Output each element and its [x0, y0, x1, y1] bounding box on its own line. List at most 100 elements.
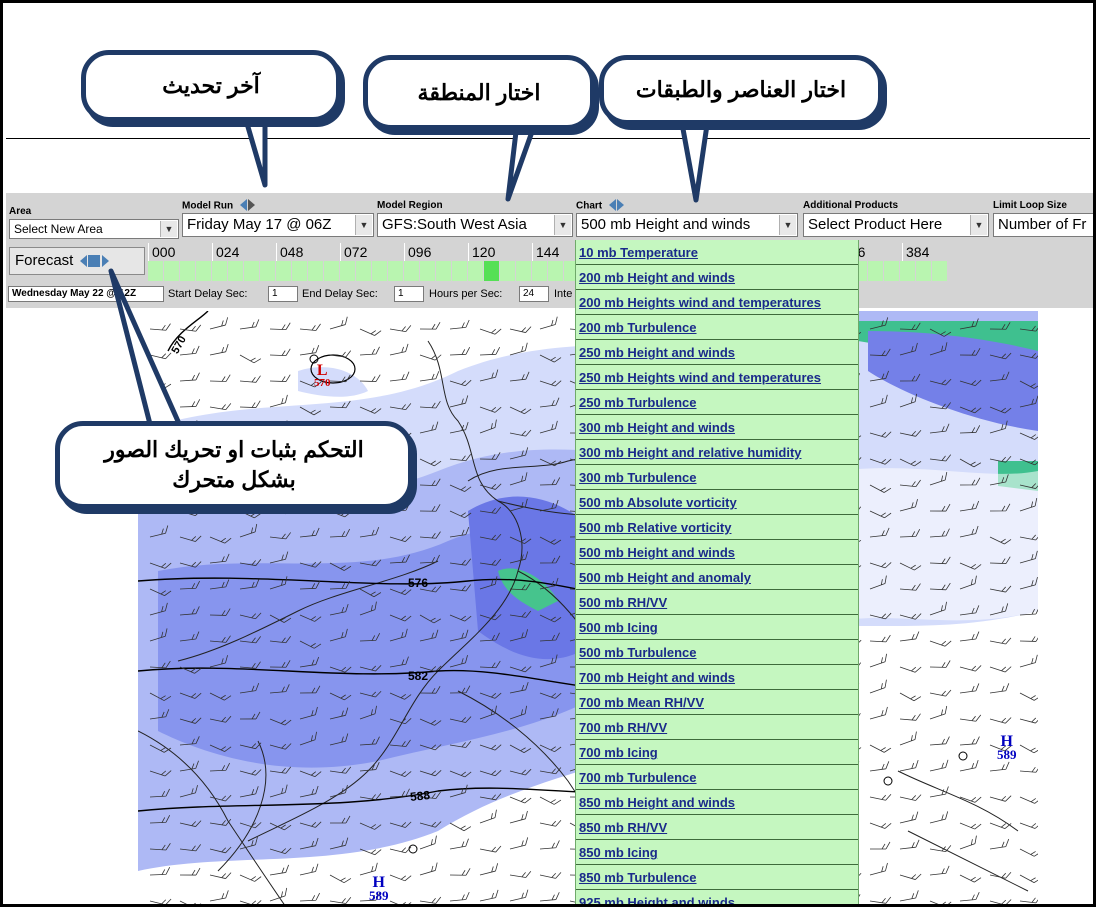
chart-option[interactable]: 500 mb Absolute vorticity [576, 490, 858, 515]
chart-option[interactable]: 700 mb Turbulence [576, 765, 858, 790]
chart-option[interactable]: 300 mb Height and winds [576, 415, 858, 440]
chevron-down-icon[interactable]: ▼ [779, 215, 796, 235]
hour-label[interactable]: 096 [404, 243, 431, 261]
hour-label[interactable]: 120 [468, 243, 495, 261]
hour-cell[interactable] [420, 261, 436, 281]
area-control: Area Select New Area ▼ [9, 205, 179, 239]
contour-label-582: 582 [408, 669, 429, 683]
hour-cell[interactable] [436, 261, 452, 281]
hour-label[interactable]: 384 [902, 243, 929, 261]
step-forward-icon[interactable] [101, 255, 109, 268]
chart-option[interactable]: 300 mb Height and relative humidity [576, 440, 858, 465]
hour-cell[interactable] [468, 261, 484, 281]
hour-cell[interactable] [148, 261, 164, 281]
chart-option[interactable]: 500 mb Relative vorticity [576, 515, 858, 540]
toolbar: Area Select New Area ▼ Model Run Friday … [6, 193, 1093, 308]
hours-per-sec-field: 24 [519, 285, 549, 303]
hour-cell[interactable] [228, 261, 244, 281]
model-region-value: GFS:South West Asia [382, 216, 527, 233]
limit-loop-select[interactable]: Number of Fr [993, 213, 1093, 237]
hour-label[interactable]: 048 [276, 243, 303, 261]
hour-cell[interactable] [292, 261, 308, 281]
arrow-left-icon[interactable] [239, 199, 247, 212]
chart-option[interactable]: 850 mb RH/VV [576, 815, 858, 840]
additional-products-select[interactable]: Select Product Here ▼ [803, 213, 989, 237]
end-delay-label: End Delay Sec: [302, 288, 378, 300]
chart-option[interactable]: 500 mb Turbulence [576, 640, 858, 665]
hour-cell[interactable] [276, 261, 292, 281]
valid-time: Wednesday May 22 @ 12Z [8, 286, 164, 302]
hour-label[interactable]: 072 [340, 243, 367, 261]
arrow-left-icon[interactable] [608, 199, 616, 212]
chart-option[interactable]: 850 mb Turbulence [576, 865, 858, 890]
chart-option[interactable]: 250 mb Turbulence [576, 390, 858, 415]
chevron-down-icon[interactable]: ▼ [355, 215, 372, 235]
chevron-down-icon[interactable]: ▼ [160, 221, 177, 237]
hour-cell[interactable] [388, 261, 404, 281]
chart-option[interactable]: 200 mb Heights wind and temperatures [576, 290, 858, 315]
hour-cell[interactable] [196, 261, 212, 281]
callout-animation-line2: بشكل متحرك [172, 467, 296, 492]
model-run-control: Model Run Friday May 17 @ 06Z ▼ [182, 199, 374, 237]
hour-cell[interactable] [932, 261, 948, 281]
chart-option[interactable]: 500 mb Icing [576, 615, 858, 640]
step-back-icon[interactable] [79, 255, 87, 268]
chart-option[interactable]: 10 mb Temperature [576, 240, 858, 265]
chart-option[interactable]: 925 mb Height and winds [576, 890, 858, 904]
callout-animation-line1: التحكم بثبات او تحريك الصور [104, 437, 364, 462]
chart-select[interactable]: 500 mb Height and winds ▼ [576, 213, 798, 237]
hours-per-sec-input[interactable]: 24 [519, 286, 549, 302]
chart-option[interactable]: 250 mb Heights wind and temperatures [576, 365, 858, 390]
model-run-select[interactable]: Friday May 17 @ 06Z ▼ [182, 213, 374, 237]
chart-option[interactable]: 500 mb Height and anomaly [576, 565, 858, 590]
chart-option[interactable]: 500 mb Height and winds [576, 540, 858, 565]
chart-option[interactable]: 700 mb Icing [576, 740, 858, 765]
chart-option[interactable]: 250 mb Height and winds [576, 340, 858, 365]
hour-cell[interactable] [404, 261, 420, 281]
hour-cell[interactable] [308, 261, 324, 281]
hour-cell[interactable] [372, 261, 388, 281]
hour-cell[interactable] [900, 261, 916, 281]
chart-arrows [608, 199, 624, 213]
hour-cell[interactable] [916, 261, 932, 281]
hour-cell[interactable] [500, 261, 516, 281]
chart-option[interactable]: 850 mb Icing [576, 840, 858, 865]
forecast-button[interactable]: Forecast [9, 247, 145, 275]
chart-option[interactable]: 850 mb Height and winds [576, 790, 858, 815]
start-delay-input[interactable]: 1 [268, 286, 298, 302]
chevron-down-icon[interactable]: ▼ [554, 215, 571, 235]
hour-cell[interactable] [244, 261, 260, 281]
chart-option[interactable]: 200 mb Turbulence [576, 315, 858, 340]
hour-label[interactable]: 000 [148, 243, 175, 261]
hour-cell[interactable] [452, 261, 468, 281]
hour-cell[interactable] [164, 261, 180, 281]
hour-cell[interactable] [260, 261, 276, 281]
hour-cell[interactable] [212, 261, 228, 281]
area-select[interactable]: Select New Area ▼ [9, 219, 179, 239]
chart-option[interactable]: 700 mb Height and winds [576, 665, 858, 690]
arrow-right-icon[interactable] [616, 199, 624, 212]
chart-option[interactable]: 700 mb Mean RH/VV [576, 690, 858, 715]
hour-label[interactable]: 144 [532, 243, 559, 261]
hour-cell[interactable] [324, 261, 340, 281]
model-region-select[interactable]: GFS:South West Asia ▼ [377, 213, 573, 237]
hour-cell[interactable] [356, 261, 372, 281]
stop-icon[interactable] [87, 255, 100, 268]
arrow-right-icon[interactable] [247, 199, 255, 212]
hour-cell[interactable] [548, 261, 564, 281]
chart-option[interactable]: 200 mb Height and winds [576, 265, 858, 290]
interval-label: Inte [554, 288, 573, 300]
chart-option[interactable]: 300 mb Turbulence [576, 465, 858, 490]
hour-cell[interactable] [532, 261, 548, 281]
hour-cell[interactable] [884, 261, 900, 281]
chart-option[interactable]: 700 mb RH/VV [576, 715, 858, 740]
hour-cell[interactable] [180, 261, 196, 281]
end-delay-input[interactable]: 1 [394, 286, 424, 302]
hour-cell[interactable] [340, 261, 356, 281]
chevron-down-icon[interactable]: ▼ [970, 215, 987, 235]
hour-label[interactable]: 024 [212, 243, 239, 261]
chart-option[interactable]: 500 mb RH/VV [576, 590, 858, 615]
hour-cell-selected[interactable] [484, 261, 500, 281]
hour-cell[interactable] [868, 261, 884, 281]
hour-cell[interactable] [516, 261, 532, 281]
